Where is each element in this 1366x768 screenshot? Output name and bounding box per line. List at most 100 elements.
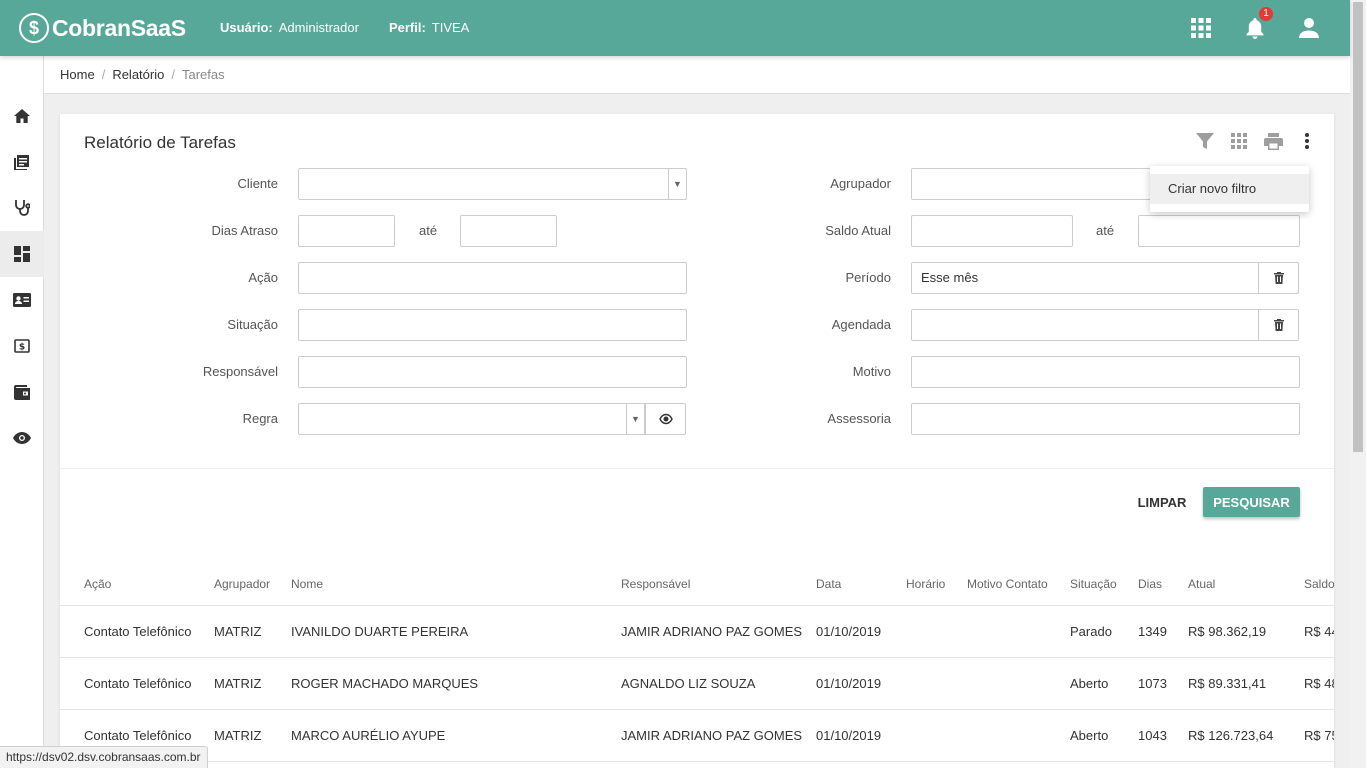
app-logo[interactable]: $ CobranSaaS	[19, 12, 186, 44]
profile-label: Perfil:	[388, 20, 426, 35]
cliente-select[interactable]: ▼	[298, 168, 687, 200]
column-header-nome[interactable]: Nome	[291, 577, 323, 591]
saldo-atual-label: Saldo Atual	[825, 223, 891, 238]
periodo-clear-button[interactable]	[1258, 262, 1299, 294]
motivo-input[interactable]	[911, 356, 1300, 388]
sidebar-item-finance[interactable]: $	[0, 323, 44, 369]
view-rule-icon	[658, 413, 673, 425]
regra-view-button[interactable]	[645, 403, 686, 435]
agrupador-label: Agrupador	[830, 176, 891, 191]
dias-atraso-label: Dias Atraso	[211, 223, 278, 238]
more-options-menu: Criar novo filtro	[1150, 166, 1309, 212]
contact-card-icon	[13, 293, 31, 307]
column-header-motivo-contato[interactable]: Motivo Contato	[967, 577, 1048, 591]
assessoria-label: Assessoria	[827, 411, 891, 426]
sidebar-item-reports[interactable]	[0, 139, 44, 185]
cell-agrupador: MATRIZ	[214, 624, 262, 639]
cell-saldo: R$ 75	[1304, 728, 1334, 743]
acao-input[interactable]	[298, 262, 687, 294]
agendada-clear-button[interactable]	[1258, 309, 1299, 341]
cell-acao: Contato Telefônico	[84, 728, 192, 743]
grid-icon[interactable]	[1228, 130, 1250, 152]
acao-label: Ação	[248, 270, 278, 285]
column-header-acao[interactable]: Ação	[84, 577, 111, 591]
user-value: Administrador	[278, 20, 359, 35]
notifications-button[interactable]: 1	[1228, 0, 1282, 56]
column-header-horario[interactable]: Horário	[906, 577, 945, 591]
scrollbar-thumb[interactable]	[1353, 2, 1363, 452]
regra-label: Regra	[242, 411, 278, 426]
breadcrumb-home[interactable]: Home	[60, 67, 95, 82]
column-header-atual[interactable]: Atual	[1188, 577, 1215, 591]
sidebar-item-dashboard[interactable]	[0, 231, 44, 277]
status-bar-url: https://dsv02.dsv.cobransaas.com.br	[0, 746, 208, 768]
responsavel-input[interactable]	[298, 356, 687, 388]
table-header: Ação Agrupador Nome Responsável Data Hor…	[60, 560, 1334, 606]
wallet-icon	[14, 384, 30, 400]
trash-icon	[1273, 319, 1284, 331]
home-icon	[14, 109, 30, 123]
table-row[interactable]: Contato Telefônico MATRIZ MARCO AURÉLIO …	[60, 710, 1334, 762]
sidebar-item-health[interactable]	[0, 185, 44, 231]
user-info-user: Usuário: Administrador	[220, 20, 359, 35]
column-header-dias[interactable]: Dias	[1138, 577, 1162, 591]
user-info-profile: Perfil: TIVEA	[389, 20, 469, 35]
cell-agrupador: MATRIZ	[214, 676, 262, 691]
periodo-input[interactable]: Esse mês	[911, 262, 1259, 294]
cell-atual: R$ 98.362,19	[1188, 624, 1267, 639]
breadcrumb-relatorio[interactable]: Relatório	[112, 67, 164, 82]
regra-select[interactable]: ▼	[298, 403, 645, 435]
cliente-label: Cliente	[237, 176, 278, 191]
dias-atraso-from-input[interactable]	[298, 215, 395, 247]
more-vert-icon[interactable]	[1296, 130, 1318, 152]
saldo-atual-from-input[interactable]	[911, 215, 1073, 247]
sidebar-item-wallet[interactable]	[0, 369, 44, 415]
chevron-down-icon[interactable]: ▼	[668, 169, 686, 199]
situacao-input[interactable]	[298, 309, 687, 341]
vertical-scrollbar[interactable]	[1350, 0, 1366, 768]
trash-icon	[1273, 272, 1284, 284]
column-header-agrupador[interactable]: Agrupador	[214, 577, 270, 591]
agendada-label: Agendada	[831, 317, 891, 332]
sidebar-item-home[interactable]	[0, 93, 44, 139]
eye-icon	[13, 432, 31, 444]
sidebar: $	[0, 56, 44, 768]
breadcrumb-separator: /	[101, 67, 106, 82]
table-row[interactable]: Contato Telefônico MATRIZ IVANILDO DUART…	[60, 606, 1334, 658]
column-header-responsavel[interactable]: Responsável	[621, 577, 690, 591]
cell-situacao: Aberto	[1070, 676, 1109, 691]
table-row[interactable]: Contato Telefônico MATRIZ ROGER MACHADO …	[60, 658, 1334, 710]
cell-responsavel: AGNALDO LIZ SOUZA	[621, 676, 756, 691]
cell-agrupador: MATRIZ	[214, 728, 262, 743]
sidebar-item-view[interactable]	[0, 415, 44, 461]
top-app-bar: $ CobranSaaS Usuário: Administrador Perfi…	[0, 0, 1350, 56]
saldo-atual-to-input[interactable]	[1138, 215, 1300, 247]
menu-item-create-filter[interactable]: Criar novo filtro	[1150, 174, 1309, 204]
user-label: Usuário:	[220, 20, 273, 35]
clear-button[interactable]: LIMPAR	[1128, 487, 1196, 517]
user-icon[interactable]	[1282, 0, 1336, 56]
breadcrumb-current: Tarefas	[181, 67, 225, 82]
print-icon[interactable]	[1262, 130, 1284, 152]
dias-atraso-to-input[interactable]	[460, 215, 557, 247]
agendada-input[interactable]	[911, 309, 1259, 341]
breadcrumb-separator: /	[171, 67, 175, 82]
cell-nome: IVANILDO DUARTE PEREIRA	[291, 624, 469, 639]
filter-icon[interactable]	[1194, 130, 1216, 152]
cell-data: 01/10/2019	[816, 676, 882, 691]
cell-atual: R$ 126.723,64	[1188, 728, 1274, 743]
chevron-down-icon[interactable]: ▼	[626, 404, 644, 434]
cell-acao: Contato Telefônico	[84, 624, 192, 639]
money-icon: $	[14, 339, 30, 353]
page-title: Relatório de Tarefas	[84, 133, 236, 152]
search-button[interactable]: PESQUISAR	[1203, 487, 1300, 517]
svg-text:$: $	[19, 343, 25, 353]
top-actions: 1	[1174, 0, 1350, 56]
apps-grid-icon[interactable]	[1174, 0, 1228, 56]
column-header-saldo[interactable]: Saldo	[1304, 577, 1334, 591]
column-header-situacao[interactable]: Situação	[1070, 577, 1117, 591]
cell-dias: 1073	[1138, 676, 1167, 691]
assessoria-input[interactable]	[911, 403, 1300, 435]
sidebar-item-contacts[interactable]	[0, 277, 44, 323]
column-header-data[interactable]: Data	[816, 577, 841, 591]
